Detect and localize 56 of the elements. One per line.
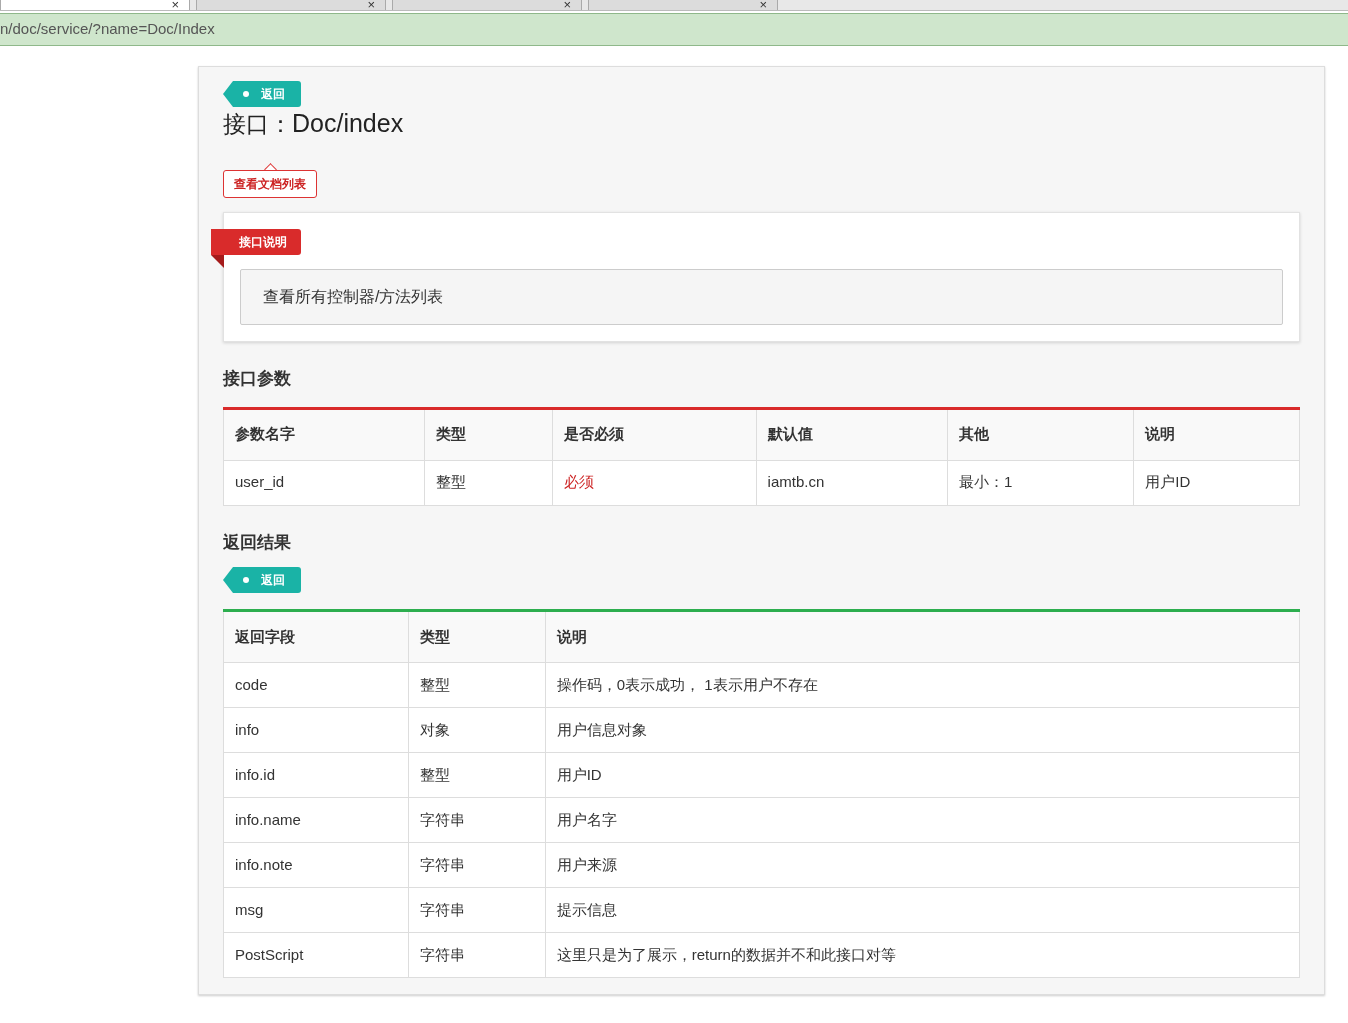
column-header: 返回字段: [223, 610, 409, 663]
table-cell: 整型: [408, 662, 546, 708]
table-cell: 用户信息对象: [545, 707, 1300, 753]
table-cell: msg: [223, 887, 409, 933]
tag-label: 返回: [261, 86, 285, 103]
table-cell: 字符串: [408, 842, 546, 888]
description-ribbon: 接口说明: [211, 229, 301, 255]
table-cell: code: [223, 662, 409, 708]
table-cell: 用户来源: [545, 842, 1300, 888]
table-cell: 字符串: [408, 932, 546, 978]
dot-icon: [243, 91, 249, 97]
table-cell: 最小：1: [947, 460, 1134, 505]
column-header: 参数名字: [223, 408, 425, 460]
doc-list-button[interactable]: 查看文档列表: [223, 170, 317, 198]
browser-tab[interactable]: ×: [588, 0, 778, 10]
table-cell: 操作码，0表示成功， 1表示用户不存在: [545, 662, 1300, 708]
dot-icon: [243, 577, 249, 583]
table-cell: user_id: [223, 460, 425, 505]
close-icon[interactable]: ×: [563, 0, 571, 10]
table-cell: 字符串: [408, 887, 546, 933]
table-cell: info.name: [223, 797, 409, 843]
column-header: 类型: [408, 610, 546, 663]
table-cell: 整型: [408, 752, 546, 798]
table-cell: 用户名字: [545, 797, 1300, 843]
table-cell: 必须: [552, 460, 757, 505]
table-cell: info: [223, 707, 409, 753]
browser-tab[interactable]: ×: [0, 0, 190, 10]
column-header: 说明: [545, 610, 1300, 663]
column-header: 其他: [947, 408, 1134, 460]
table-cell: 用户ID: [545, 752, 1300, 798]
page-title: 接口：Doc/index: [223, 108, 405, 139]
table-cell: 提示信息: [545, 887, 1300, 933]
table-cell: PostScript: [223, 932, 409, 978]
table-cell: 字符串: [408, 797, 546, 843]
browser-tab[interactable]: ×: [392, 0, 582, 10]
close-icon[interactable]: ×: [759, 0, 767, 10]
close-icon[interactable]: ×: [367, 0, 375, 10]
description-text: 查看所有控制器/方法列表: [240, 269, 1283, 325]
column-header: 是否必须: [552, 408, 757, 460]
column-header: 类型: [424, 408, 553, 460]
section-heading: 接口参数: [223, 368, 292, 390]
table-cell: info.id: [223, 752, 409, 798]
section-heading: 返回结果: [223, 531, 292, 554]
ribbon-fold: [211, 255, 224, 268]
address-bar-url[interactable]: n/doc/service/?name=Doc/Index: [0, 18, 215, 41]
column-header: 说明: [1133, 408, 1300, 460]
table-cell: 用户ID: [1133, 460, 1300, 505]
table-cell: 对象: [408, 707, 546, 753]
table-cell: 整型: [424, 460, 553, 505]
table-cell: iamtb.cn: [756, 460, 948, 505]
table-cell: 这里只是为了展示，return的数据并不和此接口对等: [545, 932, 1300, 978]
browser-tab[interactable]: ×: [196, 0, 386, 10]
tag-label: 返回: [261, 572, 285, 589]
table-cell: info.note: [223, 842, 409, 888]
close-icon[interactable]: ×: [171, 0, 179, 10]
column-header: 默认值: [756, 408, 948, 460]
